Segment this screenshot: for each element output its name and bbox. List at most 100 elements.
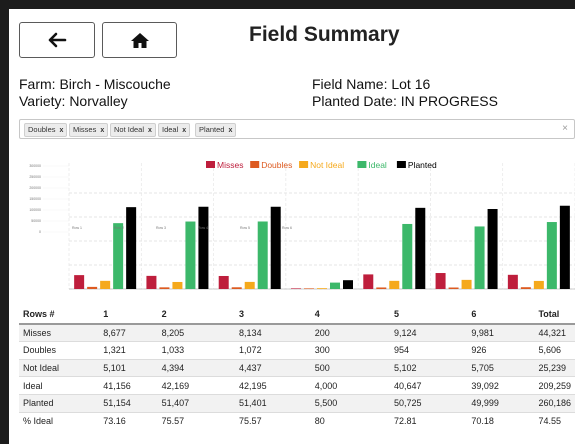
filter-tag[interactable]: Doubles x — [24, 123, 68, 137]
farm-label: Farm: Birch - Miscouche — [19, 76, 171, 92]
table-cell: 500 — [310, 358, 390, 377]
remove-tag-icon[interactable]: x — [148, 127, 152, 134]
filter-tag[interactable]: Misses x — [69, 123, 109, 137]
inset-tick-label: 0 — [39, 230, 41, 234]
table-row: Ideal 41,156 42,169 42,195 4,000 40,647 39,092… — [19, 376, 575, 395]
inset-row-label: Row 4 — [198, 226, 208, 230]
inset-row-label: Row 1 — [72, 226, 82, 230]
bar-planted — [198, 206, 209, 289]
table-cell: 8,677 — [99, 323, 158, 342]
table-cell: 4,000 — [310, 376, 390, 395]
bar-doubles — [376, 287, 387, 289]
table-row: Planted 51,154 51,407 51,401 5,500 50,725 49,9… — [19, 393, 575, 413]
table-header-row: Rows # 1 2 3 4 5 6 Total — [19, 306, 575, 325]
table-cell: 1,033 — [157, 341, 236, 360]
bar-misses — [146, 275, 157, 289]
bar-ideal — [113, 223, 124, 289]
legend-label: Not Ideal — [310, 160, 344, 170]
arrow-left-icon — [48, 32, 67, 48]
filter-tag[interactable]: Planted x — [195, 123, 237, 137]
remove-tag-icon[interactable]: x — [60, 127, 64, 134]
bar-not-ideal — [244, 281, 255, 289]
inset-tick-label: 200000 — [29, 186, 41, 190]
legend-swatch — [357, 161, 367, 168]
bar-not-ideal — [389, 280, 400, 289]
bar-planted — [126, 207, 137, 289]
app-frame: Field Summary Farm: Birch - Miscouche Va… — [9, 9, 575, 444]
table-cell: 4,394 — [157, 358, 236, 377]
table-cell: % Ideal — [19, 411, 100, 430]
table-cell: 50,725 — [390, 393, 468, 413]
table-row: Doubles 1,321 1,033 1,072 300 954 926 5,606 — [19, 341, 575, 360]
table-cell: 25,239 — [534, 358, 575, 377]
table-header-cell: 2 — [157, 306, 236, 325]
bar-ideal — [185, 221, 196, 289]
bar-doubles — [231, 287, 242, 289]
table-cell: 73.16 — [99, 411, 158, 430]
summary-table: Rows # 1 2 3 4 5 6 Total Misses 8,677 8,20… — [19, 306, 575, 430]
bar-doubles — [159, 287, 170, 289]
remove-tag-icon[interactable]: x — [182, 127, 186, 134]
bar-misses — [218, 275, 229, 289]
filter-tag[interactable]: Not Ideal x — [110, 123, 156, 137]
clear-tags-icon[interactable]: × — [562, 123, 568, 134]
table-cell: 51,154 — [99, 393, 158, 413]
bar-planted — [343, 280, 353, 289]
table-cell: 44,321 — [534, 323, 575, 342]
table-cell: 42,195 — [235, 376, 311, 395]
home-button[interactable] — [102, 22, 177, 58]
table-header-cell: 6 — [467, 306, 535, 325]
table-cell: 51,407 — [157, 393, 236, 413]
field-name-label: Field Name: Lot 16 — [312, 76, 431, 92]
bar-ideal — [402, 223, 413, 289]
bar-misses — [363, 274, 374, 289]
planted-date-label: Planted Date: IN PROGRESS — [312, 93, 498, 109]
table-cell: 72.81 — [390, 411, 468, 430]
table-cell: 200 — [310, 323, 390, 342]
variety-label: Variety: Norvalley — [19, 93, 128, 109]
inset-row-label: Row 6 — [282, 226, 292, 230]
filter-tag[interactable]: Ideal x — [158, 123, 191, 137]
table-cell: Misses — [19, 323, 100, 342]
table-cell: 39,092 — [467, 376, 535, 395]
bar-not-ideal — [172, 281, 183, 289]
inset-tick-label: 100000 — [29, 208, 41, 212]
bar-not-ideal — [317, 288, 327, 289]
bar-misses — [291, 288, 301, 289]
back-button[interactable] — [19, 22, 95, 58]
bar-planted — [487, 209, 498, 289]
table-cell: 74.55 — [534, 411, 575, 430]
table-cell: 5,705 — [467, 358, 535, 377]
legend-swatch — [206, 161, 215, 168]
legend-swatch — [250, 161, 260, 168]
bar-misses — [74, 275, 85, 289]
table-cell: Doubles — [19, 341, 100, 360]
remove-tag-icon[interactable]: x — [228, 127, 232, 134]
field-bar-chart: 300000 250000 200000 150000 100000 50000 0 Row … — [29, 160, 575, 290]
bar-planted — [559, 205, 570, 289]
tag-label: Ideal — [162, 125, 179, 134]
bar-not-ideal — [533, 280, 544, 289]
table-cell: 5,500 — [310, 393, 390, 413]
remove-tag-icon[interactable]: x — [100, 127, 104, 134]
table-cell: 926 — [467, 341, 535, 360]
table-cell: 8,205 — [157, 323, 236, 342]
table-cell: 209,259 — [534, 376, 575, 395]
tag-label: Doubles — [28, 125, 56, 134]
bar-doubles — [87, 286, 98, 289]
tag-label: Not Ideal — [114, 125, 145, 134]
legend-label: Doubles — [261, 160, 292, 170]
bar-ideal — [330, 282, 340, 289]
legend-swatch — [396, 161, 406, 168]
table-row: Not Ideal 5,101 4,394 4,437 500 5,102 5,705 25,… — [19, 358, 575, 377]
table-header-cell: 1 — [99, 306, 158, 325]
inset-tick-label: 150000 — [29, 197, 41, 201]
table-body: Misses 8,677 8,205 8,134 200 9,124 9,981 44,321… — [19, 323, 575, 430]
tag-label: Planted — [199, 125, 225, 134]
table-cell: 42,169 — [157, 376, 236, 395]
inset-row-label: Row 3 — [156, 226, 166, 230]
bar-ideal — [546, 222, 557, 289]
table-cell: 75.57 — [235, 411, 311, 430]
table-header-cell: Rows # — [19, 306, 100, 325]
filter-tag-input[interactable]: Doubles x Misses x Not Ideal x Ideal x Plant… — [19, 119, 575, 139]
